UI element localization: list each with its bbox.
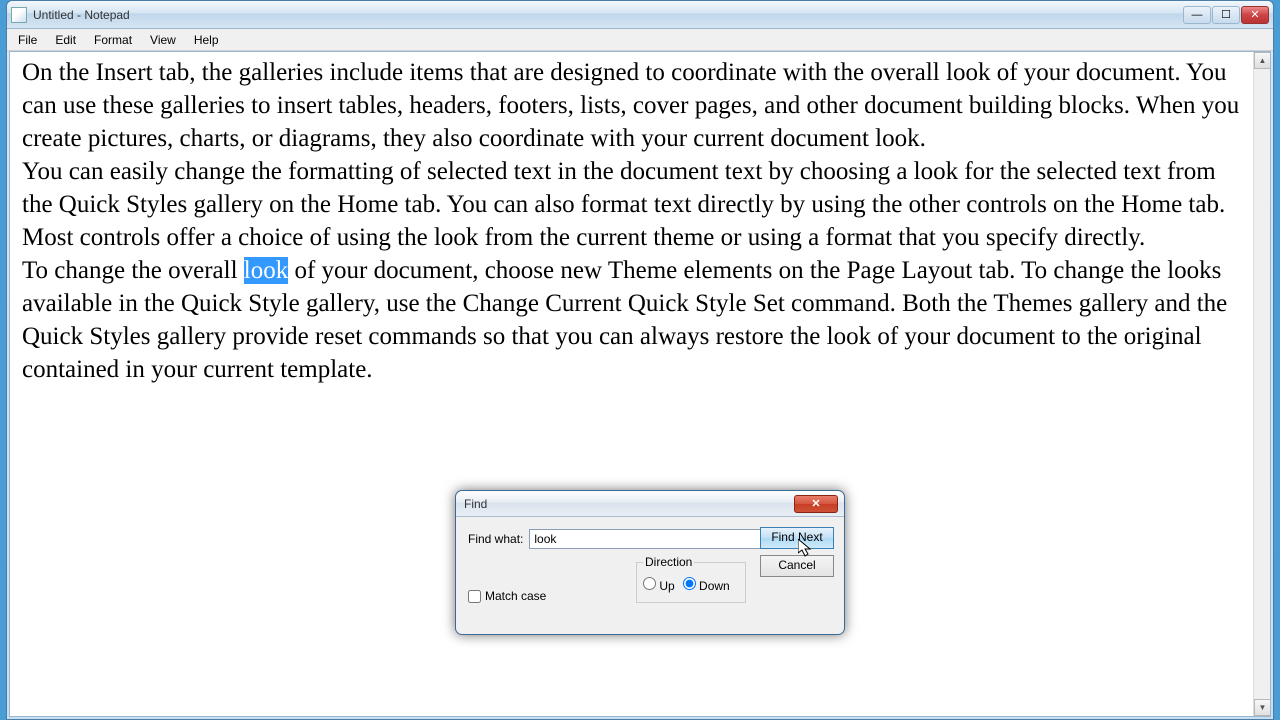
close-button[interactable]: ✕ bbox=[1241, 6, 1269, 24]
paragraph-2: You can easily change the formatting of … bbox=[22, 158, 1225, 251]
menu-help[interactable]: Help bbox=[186, 31, 227, 49]
menu-format[interactable]: Format bbox=[86, 31, 140, 49]
find-next-button[interactable]: Find Next bbox=[760, 527, 834, 549]
menu-edit[interactable]: Edit bbox=[47, 31, 84, 49]
titlebar[interactable]: Untitled - Notepad — ☐ ✕ bbox=[7, 1, 1273, 29]
direction-label: Direction bbox=[643, 555, 694, 569]
direction-down-option[interactable]: Down bbox=[683, 577, 730, 593]
paragraph-1: On the Insert tab, the galleries include… bbox=[22, 59, 1239, 152]
direction-up-radio[interactable] bbox=[643, 577, 656, 590]
maximize-button[interactable]: ☐ bbox=[1212, 6, 1240, 24]
find-dialog-titlebar[interactable]: Find ✕ bbox=[456, 491, 844, 517]
menu-view[interactable]: View bbox=[142, 31, 184, 49]
find-dialog: Find ✕ Find what: Find Next Cancel Direc… bbox=[455, 490, 845, 635]
direction-down-radio[interactable] bbox=[683, 577, 696, 590]
match-case-label: Match case bbox=[485, 589, 546, 603]
find-what-label: Find what: bbox=[468, 532, 523, 546]
paragraph-3a: To change the overall bbox=[22, 257, 244, 284]
highlighted-text: look bbox=[244, 257, 288, 284]
direction-up-option[interactable]: Up bbox=[643, 577, 675, 593]
find-dialog-close-button[interactable]: ✕ bbox=[794, 495, 838, 513]
window-title: Untitled - Notepad bbox=[33, 8, 1183, 22]
minimize-button[interactable]: — bbox=[1183, 6, 1211, 24]
direction-group: Direction Up Down bbox=[636, 555, 746, 603]
menubar: File Edit Format View Help bbox=[7, 29, 1273, 51]
menu-file[interactable]: File bbox=[10, 31, 45, 49]
scroll-down-button[interactable]: ▼ bbox=[1254, 699, 1271, 716]
cancel-button[interactable]: Cancel bbox=[760, 555, 834, 577]
find-dialog-title: Find bbox=[462, 497, 794, 511]
scroll-up-button[interactable]: ▲ bbox=[1254, 52, 1271, 69]
vertical-scrollbar[interactable]: ▲ ▼ bbox=[1253, 52, 1270, 716]
notepad-icon bbox=[11, 7, 27, 23]
match-case-checkbox[interactable] bbox=[468, 590, 481, 603]
